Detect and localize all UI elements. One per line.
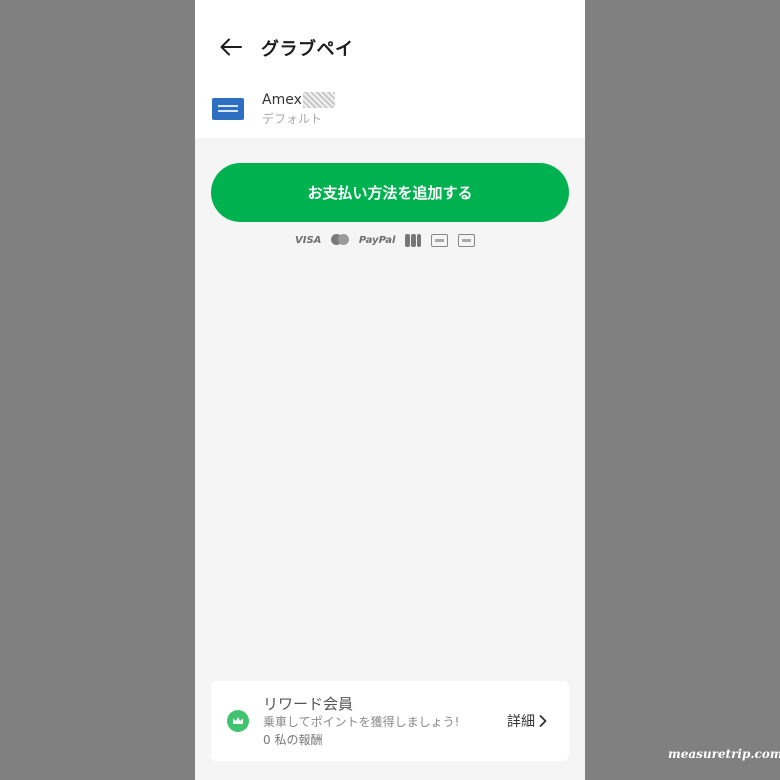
visa-logo: VISA bbox=[295, 234, 322, 246]
card-name: Amex bbox=[262, 92, 335, 108]
amex-card-icon bbox=[212, 98, 244, 120]
mastercard-icon bbox=[331, 233, 350, 247]
rewards-card[interactable]: リワード会員 乗車してポイントを獲得しましょう! 0 私の報酬 詳細 bbox=[211, 681, 569, 761]
card-name-label: Amex bbox=[262, 92, 302, 108]
rewards-title: リワード会員 bbox=[263, 695, 354, 713]
card-default-label: デフォルト bbox=[262, 112, 323, 126]
accepted-brands: VISA PayPal bbox=[295, 232, 475, 248]
card-icon bbox=[431, 233, 449, 247]
rewards-detail-link[interactable]: 詳細 bbox=[507, 711, 547, 731]
header: グラブペイ Amex デフォルト bbox=[195, 0, 585, 138]
diners-icon bbox=[458, 233, 475, 247]
page-title: グラブペイ bbox=[261, 39, 354, 60]
masked-card-number bbox=[302, 92, 335, 108]
chevron-right-icon bbox=[539, 715, 547, 727]
payment-method-row[interactable]: Amex デフォルト bbox=[195, 84, 585, 132]
back-button[interactable] bbox=[217, 34, 245, 60]
arrow-left-icon bbox=[220, 38, 242, 56]
paypal-logo: PayPal bbox=[358, 234, 396, 246]
rewards-points: 0 私の報酬 bbox=[263, 733, 323, 747]
crown-icon bbox=[227, 710, 249, 732]
jcb-icon bbox=[405, 233, 422, 247]
watermark: measuretrip.com bbox=[668, 747, 780, 761]
rewards-subtitle: 乗車してポイントを獲得しましょう! bbox=[263, 715, 460, 729]
add-payment-method-button[interactable]: お支払い方法を追加する bbox=[211, 163, 569, 222]
phone-screen: グラブペイ Amex デフォルト お支払い方法を追加する VISA PayPal… bbox=[195, 0, 585, 780]
rewards-detail-label: 詳細 bbox=[507, 714, 535, 730]
